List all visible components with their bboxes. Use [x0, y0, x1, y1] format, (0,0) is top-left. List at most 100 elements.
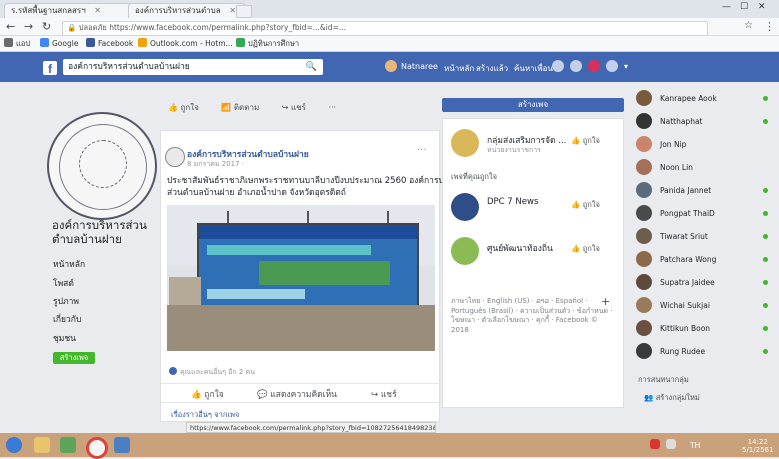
page-nav-about[interactable]: เกี่ยวกับ: [53, 312, 81, 326]
forward-icon[interactable]: →: [24, 20, 33, 33]
find-friends-link[interactable]: ค้นหาเพื่อน: [514, 62, 553, 75]
search-input[interactable]: องค์การบริหารส่วนตำบลบ้านฝาย 🔍: [63, 59, 323, 75]
contact-name: Tiwarat Sriut: [660, 232, 708, 241]
chat-contact[interactable]: Natthaphat: [636, 113, 776, 131]
search-icon[interactable]: 🔍: [306, 59, 317, 75]
facebook-logo-icon[interactable]: f: [43, 61, 57, 76]
like-page-button[interactable]: 👍 ถูกใจ: [168, 103, 209, 112]
label: แสดงความคิดเห็น: [270, 390, 337, 400]
close-icon[interactable]: ✕: [229, 6, 236, 15]
star-icon[interactable]: ☆: [744, 20, 753, 31]
media-player-icon[interactable]: [60, 437, 76, 453]
minimize-icon[interactable]: —: [722, 2, 731, 12]
create-link[interactable]: สร้างแล้ว: [476, 62, 508, 75]
create-group-button[interactable]: 👥 สร้างกลุ่มใหม่: [644, 392, 700, 404]
tray-alert-icon[interactable]: [650, 439, 660, 449]
page-logo[interactable]: [47, 112, 157, 220]
more-options-icon[interactable]: ···: [328, 103, 336, 112]
contact-avatar: [636, 159, 652, 175]
bookmark-apps[interactable]: แอป: [4, 38, 30, 50]
see-more-link[interactable]: เรื่องราวอื่นๆ จากเพจ: [171, 409, 239, 421]
bookmark-calendar[interactable]: ปฏิทินการศึกษา: [236, 38, 299, 50]
add-language-icon[interactable]: +: [601, 295, 610, 308]
chat-contact[interactable]: Kanrapee Aook: [636, 90, 776, 108]
liked-pages-heading: เพจที่คุณถูกใจ: [451, 172, 497, 181]
close-window-icon[interactable]: ✕: [758, 2, 766, 12]
post-photo[interactable]: [167, 205, 435, 351]
comment-button[interactable]: 💬 แสดงความคิดเห็น: [257, 387, 337, 401]
chat-contact[interactable]: Wichai Sukjai: [636, 297, 776, 315]
clock-time: 14:22: [747, 438, 768, 446]
back-icon[interactable]: ←: [6, 20, 15, 33]
like-button[interactable]: 👍 ถูกใจ: [191, 387, 224, 401]
billboard-band: [259, 261, 390, 285]
contact-avatar: [636, 343, 652, 359]
create-page-button[interactable]: สร้างเพจ: [442, 98, 624, 112]
tab-label: องค์การบริหารส่วนตำบล: [135, 6, 221, 15]
chat-contact[interactable]: Noon Lin: [636, 159, 776, 177]
chat-contact[interactable]: Supatra Jaidee: [636, 274, 776, 292]
bookmark-google[interactable]: Google: [40, 38, 78, 48]
page-nav-community[interactable]: ชุมชน: [53, 331, 76, 345]
post-timestamp[interactable]: 8 มกราคม 2017 ·: [187, 159, 244, 170]
help-icon[interactable]: [606, 60, 618, 72]
share-button[interactable]: ↪ แชร์: [371, 387, 397, 401]
maximize-icon[interactable]: ☐: [740, 2, 748, 12]
online-indicator: [763, 303, 768, 308]
follow-page-button[interactable]: 📶 ติดตาม: [221, 103, 269, 112]
page-avatar: [451, 237, 479, 265]
profile-link[interactable]: Natnaree: [401, 62, 438, 71]
reaction-summary[interactable]: คุณและคนอื่นๆ อีก 2 คน: [169, 367, 255, 378]
page-nav-home[interactable]: หน้าหลัก: [53, 257, 85, 271]
billboard-image: [197, 223, 419, 309]
status-url: https://www.facebook.com/permalink.php?s…: [186, 422, 436, 433]
chat-contact[interactable]: Panida Jannet: [636, 182, 776, 200]
browser-tab-2[interactable]: องค์การบริหารส่วนตำบล ✕: [128, 3, 246, 19]
friend-requests-icon[interactable]: [552, 60, 564, 72]
chat-contact[interactable]: Rung Rudee: [636, 343, 776, 361]
chat-contact[interactable]: Pongpat ThaiD: [636, 205, 776, 223]
language-indicator[interactable]: TH: [690, 441, 700, 450]
contact-avatar: [636, 297, 652, 313]
browser-tab-1[interactable]: ร.รหัสพื้นฐานสกลสรฯ ✕: [4, 3, 140, 19]
start-button-icon[interactable]: [6, 437, 22, 453]
menu-icon[interactable]: ⋮: [764, 20, 775, 33]
chat-contact[interactable]: Kittikun Boon: [636, 320, 776, 338]
page-name: ศูนย์พัฒนาท้องถิ่น: [487, 244, 553, 254]
home-link[interactable]: หน้าหลัก: [444, 62, 474, 75]
app-icon[interactable]: [114, 437, 130, 453]
bookmark-facebook[interactable]: Facebook: [86, 38, 133, 48]
account-menu-icon[interactable]: ▾: [624, 62, 628, 71]
like-page-button[interactable]: 👍 ถูกใจ: [571, 199, 600, 211]
post-card: องค์การบริหารส่วนตำบลบ้านฝาย 8 มกราคม 20…: [160, 130, 463, 422]
chat-contact[interactable]: Jon Nip: [636, 136, 776, 154]
create-page-button[interactable]: สร้างเพจ: [53, 352, 95, 364]
reload-icon[interactable]: ↻: [42, 20, 51, 33]
chat-contact[interactable]: Tiwarat Sriut: [636, 228, 776, 246]
post-author-avatar[interactable]: [165, 147, 185, 167]
messages-icon[interactable]: [570, 60, 582, 72]
footer-links[interactable]: ภาษาไทย · English (US) · ລາວ · Español ·…: [451, 297, 616, 335]
like-page-button[interactable]: 👍 ถูกใจ: [571, 243, 600, 255]
address-bar[interactable]: 🔒 ปลอดภัย https://www.facebook.com/perma…: [62, 21, 708, 36]
share-page-button[interactable]: ↪ แชร์: [282, 103, 316, 112]
bookmark-label: ปฏิทินการศึกษา: [248, 39, 300, 48]
search-value: องค์การบริหารส่วนตำบลบ้านฝาย: [68, 62, 190, 72]
label: แชร์: [380, 390, 397, 400]
notifications-icon[interactable]: [588, 60, 600, 72]
close-icon[interactable]: ✕: [94, 6, 101, 15]
page-title: องค์การบริหารส่วนตำบลบ้านฝาย: [52, 218, 147, 246]
like-page-button[interactable]: 👍 ถูกใจ: [571, 135, 600, 147]
page-nav-photos[interactable]: รูปภาพ: [53, 294, 79, 308]
post-options-icon[interactable]: ···: [417, 145, 427, 156]
page-nav-posts[interactable]: โพสต์: [53, 276, 74, 290]
new-tab-button[interactable]: [236, 5, 252, 18]
user-avatar[interactable]: [385, 60, 397, 72]
billboard-band: [207, 245, 371, 255]
file-explorer-icon[interactable]: [34, 437, 50, 453]
clock[interactable]: 14:22 5/1/2561: [742, 438, 773, 454]
network-icon[interactable]: [666, 439, 676, 449]
chrome-icon[interactable]: [86, 437, 108, 459]
bookmark-outlook[interactable]: Outlook.com - Hotm...: [138, 38, 233, 48]
chat-contact[interactable]: Patchara Wong: [636, 251, 776, 269]
